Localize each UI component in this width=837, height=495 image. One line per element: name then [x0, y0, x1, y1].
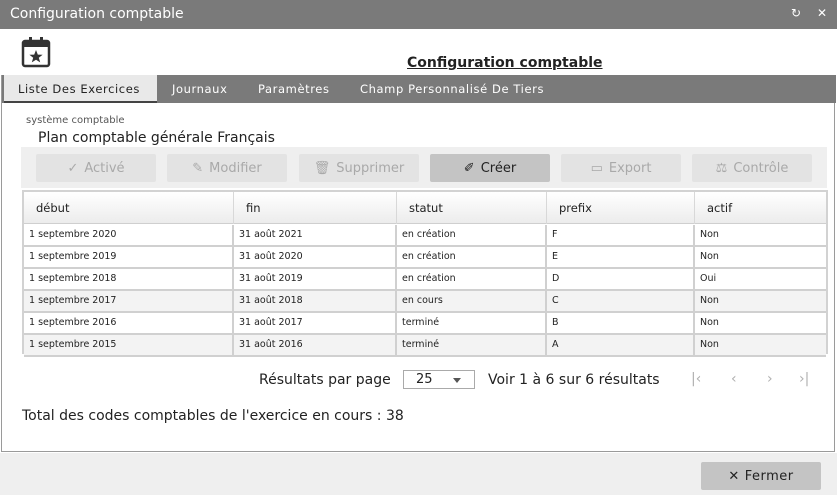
page-title: Configuration comptable: [407, 55, 603, 71]
export-button-label: Export: [608, 160, 652, 176]
cell-statut: en création: [397, 269, 547, 289]
cell-debut: 1 septembre 2018: [24, 269, 234, 289]
cell-debut: 1 septembre 2015: [24, 335, 234, 355]
cell-debut: 1 septembre 2020: [24, 225, 234, 245]
cell-statut: en cours: [397, 291, 547, 311]
cell-statut: en création: [397, 247, 547, 267]
cell-debut: 1 septembre 2016: [24, 313, 234, 333]
create-button[interactable]: ✐ Créer: [430, 154, 550, 182]
delete-button[interactable]: 🗑 Supprimer: [299, 154, 419, 182]
chevron-down-icon: [453, 378, 461, 383]
window-title: Configuration comptable: [10, 6, 184, 22]
control-button[interactable]: ⚖ Contrôle: [692, 154, 812, 182]
cell-fin: 31 août 2020: [234, 247, 397, 267]
cell-prefix: F: [547, 225, 695, 245]
balance-icon: ⚖: [715, 160, 728, 176]
tab-bar: Liste Des Exercices Journaux Paramètres …: [2, 75, 836, 103]
cell-actif: Non: [700, 339, 719, 350]
tab-champ-personnalise[interactable]: Champ Personnalisé De Tiers: [360, 75, 544, 103]
cell-prefix: B: [547, 313, 695, 333]
dialog-footer: ✕ Fermer: [0, 453, 837, 495]
cell-fin: 31 août 2016: [234, 335, 397, 355]
tab-journaux[interactable]: Journaux: [172, 75, 227, 103]
table-header: début fin statut prefix actif: [24, 192, 826, 224]
cell-actif: Non: [700, 295, 719, 306]
create-button-label: Créer: [480, 160, 517, 176]
trash-icon: 🗑: [313, 160, 331, 176]
close-button-label: Fermer: [744, 468, 794, 484]
calendar-star-icon: [21, 37, 51, 68]
cell-actif: Non: [700, 317, 719, 328]
cell-debut: 1 septembre 2019: [24, 247, 234, 267]
tab-parametres[interactable]: Paramètres: [258, 75, 330, 103]
first-page-icon[interactable]: |‹: [691, 371, 701, 387]
cell-actif: Non: [700, 251, 719, 262]
table-row[interactable]: 1 septembre 2015 31 août 2016 terminé A …: [24, 335, 826, 357]
delete-button-label: Supprimer: [336, 160, 405, 176]
cell-prefix: A: [547, 335, 695, 355]
system-label: système comptable: [26, 115, 125, 126]
cell-actif: Oui: [700, 273, 717, 284]
action-toolbar: ✓ Activé ✎ Modifier 🗑 Supprimer ✐ Créer …: [21, 147, 827, 188]
cell-statut: terminé: [397, 335, 547, 355]
cell-statut: en création: [397, 225, 547, 245]
table-row[interactable]: 1 septembre 2016 31 août 2017 terminé B …: [24, 313, 826, 335]
page-size-value: 25: [416, 372, 433, 387]
edit-button-label: Modifier: [209, 160, 262, 176]
cell-fin: 31 août 2021: [234, 225, 397, 245]
control-button-label: Contrôle: [733, 160, 789, 176]
cell-debut: 1 septembre 2017: [24, 291, 234, 311]
cell-prefix: C: [547, 291, 695, 311]
exercises-table: début fin statut prefix actif 1 septembr…: [22, 190, 828, 357]
page-size-select[interactable]: 25: [403, 370, 475, 389]
close-button[interactable]: ✕ Fermer: [701, 462, 821, 490]
page-size-label: Résultats par page: [259, 372, 391, 388]
last-page-icon[interactable]: ›|: [799, 371, 809, 387]
cell-fin: 31 août 2019: [234, 269, 397, 289]
table-row[interactable]: 1 septembre 2020 31 août 2021 en créatio…: [24, 225, 826, 247]
column-header-debut[interactable]: début: [24, 192, 234, 224]
main-panel: Liste Des Exercices Journaux Paramètres …: [1, 75, 836, 452]
edit-button[interactable]: ✎ Modifier: [167, 154, 287, 182]
pencil-icon: ✎: [192, 160, 204, 176]
export-button[interactable]: ▭ Export: [561, 154, 681, 182]
cell-actif: Non: [700, 229, 719, 240]
tab-liste-des-exercices[interactable]: Liste Des Exercices: [4, 75, 157, 103]
cell-statut: terminé: [397, 313, 547, 333]
close-icon: ✕: [728, 468, 740, 484]
column-header-actif[interactable]: actif: [695, 192, 826, 224]
next-page-icon[interactable]: ›: [767, 371, 773, 387]
magic-wand-icon: ✐: [463, 160, 475, 176]
cell-fin: 31 août 2018: [234, 291, 397, 311]
column-header-fin[interactable]: fin: [234, 192, 397, 224]
activate-button-label: Activé: [84, 160, 125, 176]
cell-prefix: E: [547, 247, 695, 267]
refresh-icon[interactable]: ↻: [791, 6, 801, 20]
column-header-statut[interactable]: statut: [397, 192, 547, 224]
results-info: Voir 1 à 6 sur 6 résultats: [488, 372, 660, 388]
system-value: Plan comptable générale Français: [38, 130, 275, 146]
previous-page-icon[interactable]: ‹: [731, 371, 737, 387]
column-header-prefix[interactable]: prefix: [547, 192, 695, 224]
activate-button[interactable]: ✓ Activé: [36, 154, 156, 182]
close-icon[interactable]: ✕: [817, 6, 827, 20]
check-icon: ✓: [67, 160, 79, 176]
window-titlebar: Configuration comptable ↻ ✕: [0, 0, 837, 29]
cell-fin: 31 août 2017: [234, 313, 397, 333]
table-row[interactable]: 1 septembre 2019 31 août 2020 en créatio…: [24, 247, 826, 269]
total-codes-text: Total des codes comptables de l'exercice…: [22, 408, 404, 424]
export-icon: ▭: [590, 160, 603, 176]
table-row[interactable]: 1 septembre 2017 31 août 2018 en cours C…: [24, 291, 826, 313]
table-row[interactable]: 1 septembre 2018 31 août 2019 en créatio…: [24, 269, 826, 291]
cell-prefix: D: [547, 269, 695, 289]
